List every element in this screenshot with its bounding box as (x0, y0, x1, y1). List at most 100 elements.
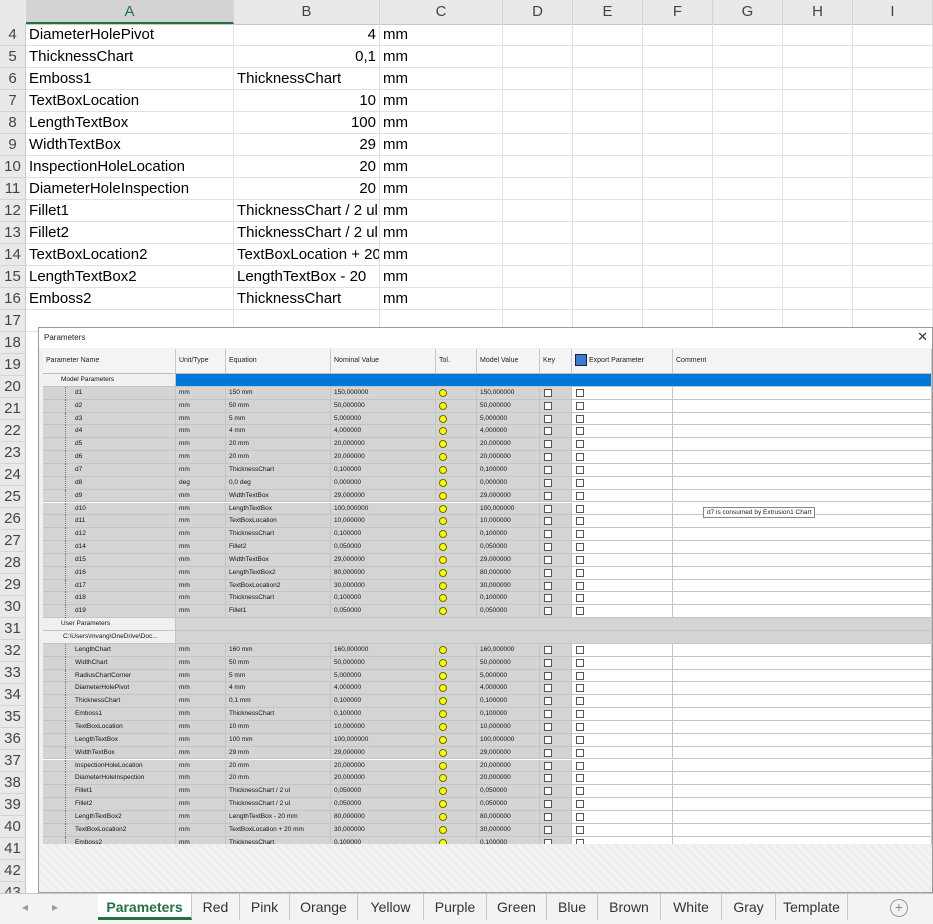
cell-b[interactable]: ThicknessChart (234, 288, 380, 310)
close-icon[interactable]: ✕ (917, 330, 928, 344)
user-param-row[interactable]: WidthTextBox mm 29 mm 29,000000 29,000000 (43, 746, 932, 760)
param-equation[interactable]: 20 mm (226, 438, 331, 452)
param-export[interactable] (572, 476, 673, 490)
export-checkbox[interactable] (576, 401, 584, 410)
cell-empty[interactable] (573, 178, 643, 200)
param-comment[interactable] (673, 451, 932, 464)
param-nominal[interactable]: 50,000000 (331, 399, 436, 413)
param-equation[interactable]: ThicknessChart / 2 ul (226, 798, 331, 811)
cell-b[interactable]: TextBoxLocation + 20 (234, 244, 380, 266)
param-export[interactable] (572, 720, 673, 734)
cell-empty[interactable] (713, 112, 783, 134)
param-equation[interactable]: LengthTextBox (226, 502, 331, 516)
tolerance-indicator-icon[interactable] (439, 671, 447, 680)
param-comment[interactable] (673, 412, 932, 426)
cell-empty[interactable] (853, 68, 933, 90)
tab-orange[interactable]: Orange (290, 894, 358, 920)
column-header-a[interactable]: A (26, 0, 234, 24)
param-key[interactable] (540, 463, 572, 477)
cell-empty[interactable] (643, 178, 713, 200)
cell-empty[interactable] (503, 156, 573, 178)
tolerance-indicator-icon[interactable] (439, 594, 447, 603)
export-checkbox[interactable] (576, 530, 584, 539)
key-checkbox[interactable] (544, 748, 552, 757)
user-param-row[interactable]: TextBoxLocation mm 10 mm 10,000000 10,000000 (43, 720, 932, 734)
param-key[interactable] (540, 502, 572, 516)
cell-empty[interactable] (573, 288, 643, 310)
key-checkbox[interactable] (544, 491, 552, 500)
tolerance-indicator-icon[interactable] (439, 491, 447, 500)
column-header-f[interactable]: F (643, 0, 713, 24)
export-checkbox[interactable] (576, 594, 584, 603)
tolerance-indicator-icon[interactable] (439, 478, 447, 487)
param-key[interactable] (540, 720, 572, 734)
param-export[interactable] (572, 810, 673, 824)
column-header-c[interactable]: C (380, 0, 503, 24)
row-header[interactable]: 27 (0, 530, 26, 552)
key-checkbox[interactable] (544, 800, 552, 809)
param-comment[interactable] (673, 785, 932, 799)
key-checkbox[interactable] (544, 825, 552, 834)
export-checkbox[interactable] (576, 517, 584, 526)
param-export[interactable] (572, 463, 673, 477)
param-name[interactable]: d16 (43, 566, 176, 580)
param-nominal[interactable]: 0,100000 (331, 592, 436, 606)
cell-empty[interactable] (573, 200, 643, 222)
param-name[interactable]: d9 (43, 489, 176, 503)
param-key[interactable] (540, 695, 572, 709)
row-header[interactable]: 8 (0, 112, 26, 134)
cell-b[interactable]: 29 (234, 134, 380, 156)
param-nominal[interactable]: 0,050000 (331, 798, 436, 811)
row-header[interactable]: 30 (0, 596, 26, 618)
cell-empty[interactable] (503, 266, 573, 288)
model-param-row[interactable]: d9 mm WidthTextBox 29,000000 29,000000 (43, 489, 932, 503)
cell-a[interactable]: Fillet2 (26, 222, 234, 244)
key-checkbox[interactable] (544, 684, 552, 693)
tab-white[interactable]: White (661, 894, 722, 920)
param-export[interactable] (572, 438, 673, 452)
cell-empty[interactable] (783, 156, 853, 178)
param-name[interactable]: d4 (43, 425, 176, 439)
model-param-row[interactable]: d19 mm Fillet1 0,050000 0,050000 (43, 605, 932, 619)
tolerance-indicator-icon[interactable] (439, 517, 447, 526)
cell-empty[interactable] (503, 178, 573, 200)
key-checkbox[interactable] (544, 735, 552, 744)
tab-template[interactable]: Template (776, 894, 848, 920)
row-header[interactable]: 38 (0, 772, 26, 794)
param-nominal[interactable]: 150,000000 (331, 386, 436, 400)
cell-empty[interactable] (573, 90, 643, 112)
param-key[interactable] (540, 386, 572, 400)
param-name[interactable]: d7 (43, 463, 176, 477)
cell-empty[interactable] (503, 46, 573, 68)
param-comment[interactable] (673, 489, 932, 503)
model-param-row[interactable]: d3 mm 5 mm 5,000000 5,000000 (43, 412, 932, 426)
param-export[interactable] (572, 708, 673, 721)
cell-a[interactable]: InspectionHoleLocation (26, 156, 234, 178)
param-nominal[interactable]: 20,000000 (331, 772, 436, 786)
param-nominal[interactable]: 100,000000 (331, 502, 436, 516)
tolerance-indicator-icon[interactable] (439, 388, 447, 397)
param-comment[interactable] (673, 463, 932, 477)
param-nominal[interactable]: 29,000000 (331, 746, 436, 760)
cell-empty[interactable] (643, 156, 713, 178)
cell-b[interactable]: ThicknessChart (234, 68, 380, 90)
export-checkbox[interactable] (576, 787, 584, 796)
cell-empty[interactable] (853, 46, 933, 68)
param-comment[interactable] (673, 708, 932, 721)
param-name[interactable]: d10 (43, 502, 176, 516)
key-checkbox[interactable] (544, 761, 552, 770)
key-checkbox[interactable] (544, 401, 552, 410)
param-comment[interactable] (673, 759, 932, 773)
param-comment[interactable] (673, 553, 932, 567)
param-key[interactable] (540, 772, 572, 786)
param-nominal[interactable]: 160,000000 (331, 643, 436, 657)
tolerance-indicator-icon[interactable] (439, 697, 447, 706)
user-param-row[interactable]: TextBoxLocation2 mm TextBoxLocation + 20 m… (43, 823, 932, 837)
cell-empty[interactable] (853, 90, 933, 112)
cell-b[interactable]: 10 (234, 90, 380, 112)
param-comment[interactable] (673, 425, 932, 439)
export-checkbox[interactable] (576, 697, 584, 706)
param-equation[interactable]: Fillet1 (226, 605, 331, 619)
export-checkbox[interactable] (576, 748, 584, 757)
key-checkbox[interactable] (544, 774, 552, 783)
